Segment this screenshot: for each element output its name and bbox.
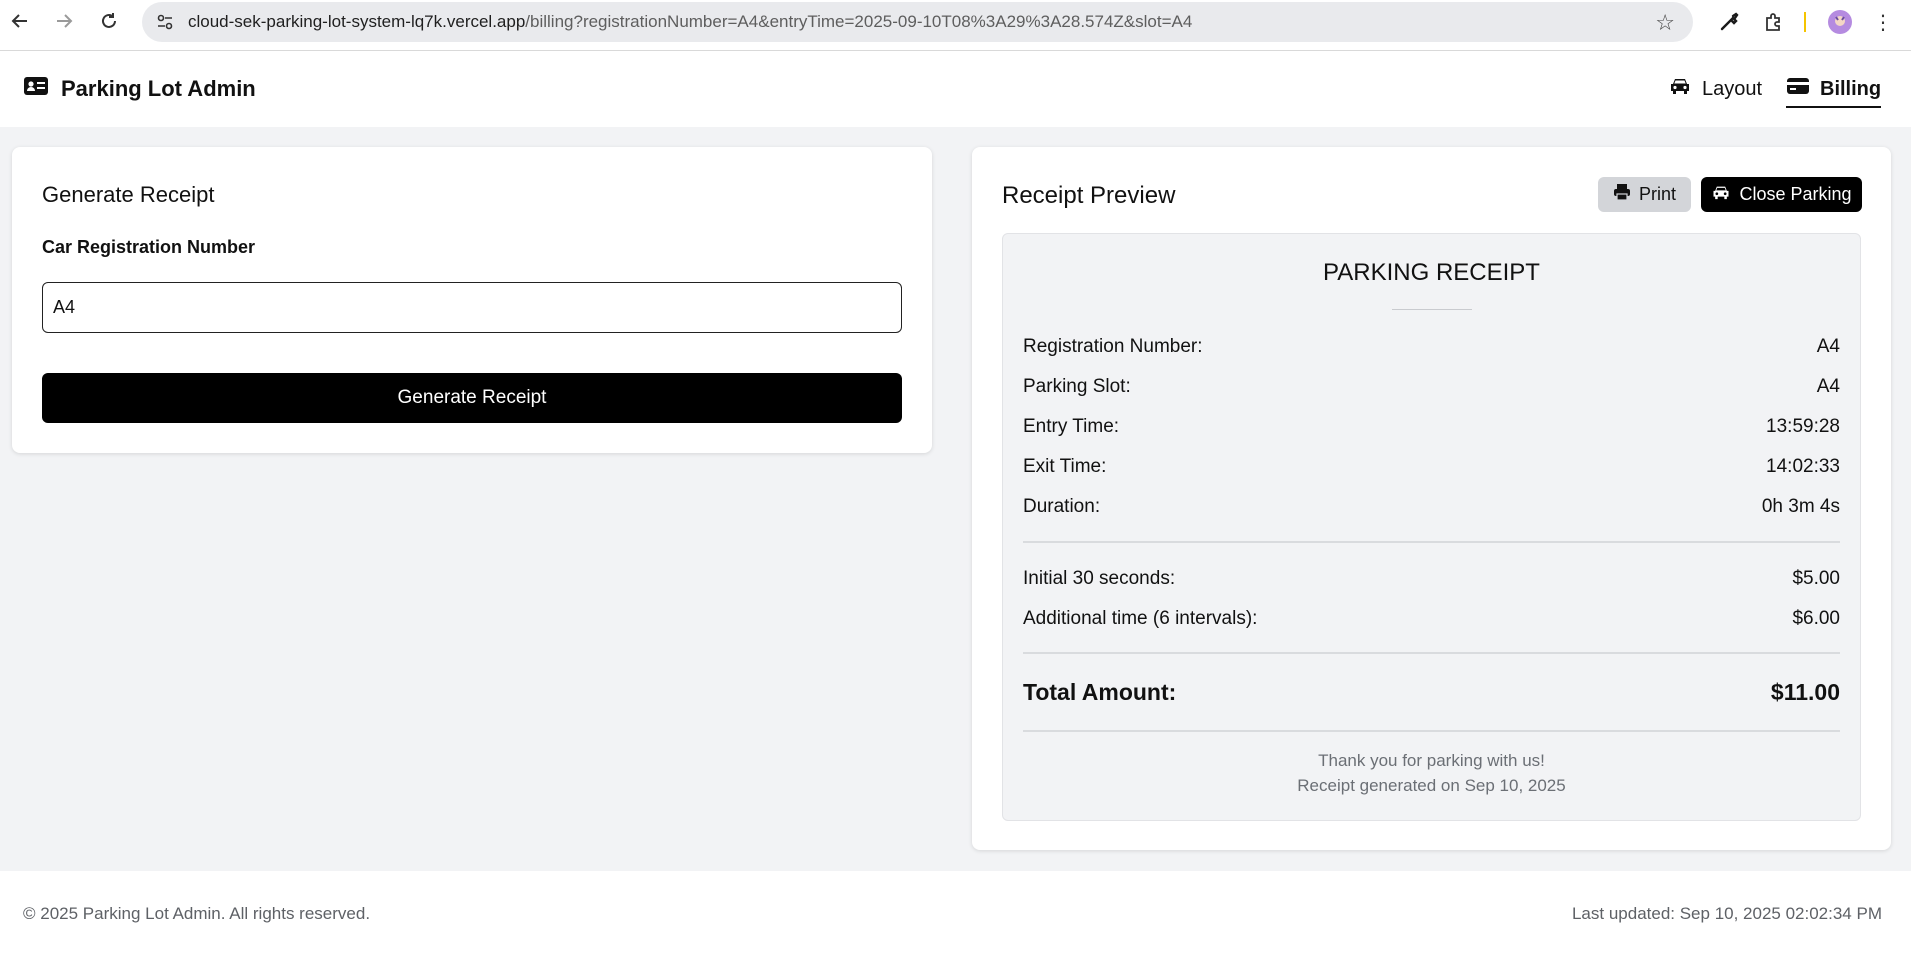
receipt-row-additional-charge: Additional time (6 intervals): $6.00 bbox=[1023, 608, 1840, 630]
generate-receipt-title: Generate Receipt bbox=[42, 182, 215, 207]
receipt-row-duration: Duration: 0h 3m 4s bbox=[1023, 496, 1840, 518]
row-value: A4 bbox=[1816, 376, 1840, 397]
generate-receipt-card: Generate Receipt Car Registration Number… bbox=[12, 147, 932, 453]
receipt-generated-date: Receipt generated on Sep 10, 2025 bbox=[1297, 776, 1566, 795]
receipt-row-initial-charge: Initial 30 seconds: $5.00 bbox=[1023, 568, 1840, 590]
total-label: Total Amount: bbox=[1023, 679, 1177, 705]
receipt-heading: PARKING RECEIPT bbox=[1323, 259, 1540, 286]
nav-layout-label: Layout bbox=[1702, 77, 1763, 100]
eyedropper-icon[interactable] bbox=[1716, 9, 1742, 35]
row-label: Entry Time: bbox=[1023, 416, 1120, 437]
row-value: A4 bbox=[1816, 336, 1840, 357]
credit-card-icon bbox=[1786, 76, 1810, 102]
thank-you-message: Thank you for parking with us! bbox=[1318, 751, 1545, 770]
footer-last-updated: Last updated: Sep 10, 2025 02:02:34 PM bbox=[1571, 904, 1882, 923]
reload-icon[interactable] bbox=[97, 9, 121, 33]
extensions-icon[interactable] bbox=[1761, 9, 1787, 35]
row-label: Parking Slot: bbox=[1023, 376, 1131, 397]
main-content: Generate Receipt Car Registration Number… bbox=[0, 127, 1911, 871]
nav-layout[interactable]: Layout bbox=[1668, 76, 1762, 106]
profile-avatar-icon[interactable] bbox=[1827, 9, 1853, 35]
brand-title: Parking Lot Admin bbox=[61, 75, 256, 101]
site-info-icon[interactable] bbox=[154, 11, 176, 33]
row-value: $6.00 bbox=[1792, 608, 1840, 629]
close-parking-label: Close Parking bbox=[1739, 184, 1852, 204]
row-label: Exit Time: bbox=[1023, 456, 1107, 477]
url-path: /billing?registrationNumber=A4&entryTime… bbox=[525, 12, 1193, 31]
address-bar[interactable]: cloud-sek-parking-lot-system-lq7k.vercel… bbox=[142, 2, 1693, 42]
divider bbox=[1023, 541, 1840, 543]
divider bbox=[1023, 730, 1840, 732]
divider bbox=[1804, 12, 1806, 32]
registration-number-input[interactable] bbox=[42, 282, 902, 333]
row-label: Additional time (6 intervals): bbox=[1023, 608, 1258, 629]
receipt-preview-title: Receipt Preview bbox=[1002, 182, 1176, 209]
divider bbox=[1023, 652, 1840, 654]
row-value: 13:59:28 bbox=[1766, 416, 1840, 437]
receipt-row-slot: Parking Slot: A4 bbox=[1023, 376, 1840, 398]
row-label: Initial 30 seconds: bbox=[1023, 568, 1176, 589]
row-label: Registration Number: bbox=[1023, 336, 1203, 357]
row-value: $5.00 bbox=[1792, 568, 1840, 589]
generate-receipt-button[interactable]: Generate Receipt bbox=[42, 373, 902, 423]
footer-copyright: © 2025 Parking Lot Admin. All rights res… bbox=[23, 904, 371, 923]
print-button-label: Print bbox=[1638, 184, 1676, 204]
close-parking-button[interactable]: Close Parking bbox=[1701, 177, 1862, 212]
receipt-total-row: Total Amount: $11.00 bbox=[1023, 679, 1840, 706]
nav-billing-label: Billing bbox=[1820, 77, 1882, 100]
back-icon[interactable] bbox=[8, 9, 32, 33]
print-button[interactable]: Print bbox=[1598, 177, 1691, 212]
printer-icon bbox=[1613, 183, 1631, 206]
nav-billing[interactable]: Billing bbox=[1786, 76, 1882, 108]
total-value: $11.00 bbox=[1770, 679, 1840, 705]
receipt-row-registration: Registration Number: A4 bbox=[1023, 336, 1840, 358]
receipt-preview-card: Receipt Preview Print Close Parking PARK… bbox=[972, 147, 1891, 850]
forward-icon[interactable] bbox=[52, 9, 76, 33]
more-icon[interactable]: ⋮ bbox=[1872, 9, 1894, 35]
row-value: 14:02:33 bbox=[1766, 456, 1840, 477]
id-card-icon bbox=[23, 75, 49, 102]
parking-receipt: PARKING RECEIPT Registration Number: A4 … bbox=[1002, 233, 1861, 821]
star-icon[interactable]: ☆ bbox=[1655, 10, 1675, 36]
car-icon bbox=[1711, 184, 1731, 206]
footer: © 2025 Parking Lot Admin. All rights res… bbox=[0, 871, 1911, 963]
receipt-row-entry-time: Entry Time: 13:59:28 bbox=[1023, 416, 1840, 438]
car-icon bbox=[1668, 76, 1692, 102]
divider bbox=[1392, 309, 1472, 310]
row-value: 0h 3m 4s bbox=[1761, 496, 1840, 517]
url-host: cloud-sek-parking-lot-system-lq7k.vercel… bbox=[188, 12, 526, 31]
row-label: Duration: bbox=[1023, 496, 1101, 517]
app-header: Parking Lot Admin Layout Billing bbox=[0, 51, 1911, 127]
url-text: cloud-sek-parking-lot-system-lq7k.vercel… bbox=[188, 12, 1192, 32]
brand[interactable]: Parking Lot Admin bbox=[23, 75, 256, 102]
browser-toolbar: cloud-sek-parking-lot-system-lq7k.vercel… bbox=[0, 0, 1911, 51]
registration-field-label: Car Registration Number bbox=[42, 237, 256, 257]
receipt-row-exit-time: Exit Time: 14:02:33 bbox=[1023, 456, 1840, 478]
